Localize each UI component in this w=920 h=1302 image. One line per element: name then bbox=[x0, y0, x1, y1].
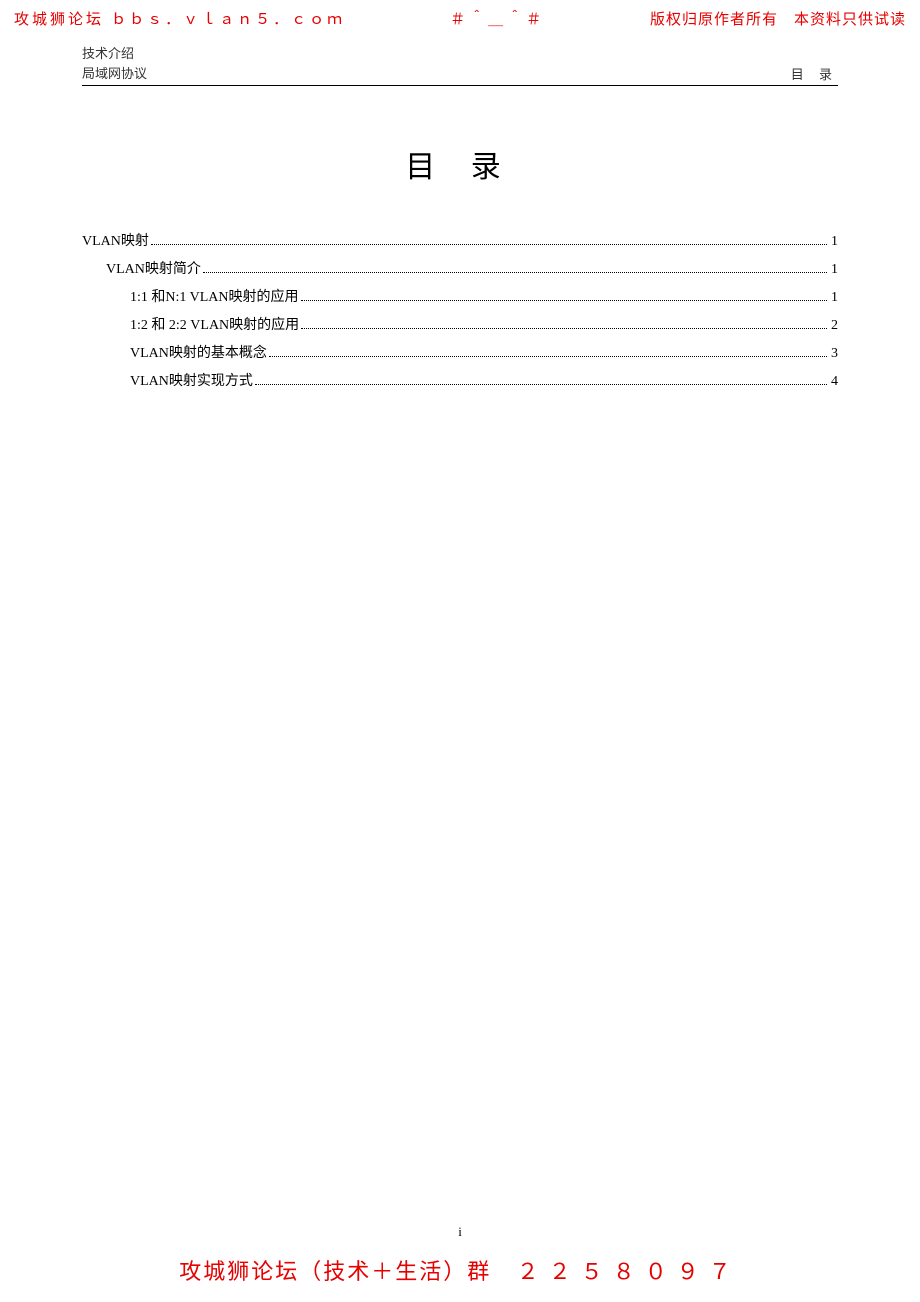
toc-leader bbox=[151, 235, 827, 245]
page-content: 技术介绍 局域网协议 目 录 目 录 VLAN映射 1 VLAN映射简介 1 1… bbox=[82, 44, 838, 398]
header-line2: 局域网协议 bbox=[82, 64, 147, 84]
toc-leader bbox=[301, 291, 827, 301]
toc-page: 4 bbox=[831, 374, 838, 390]
toc-page: 1 bbox=[831, 262, 838, 278]
toc-page: 1 bbox=[831, 290, 838, 306]
toc-entry: 1:2 和 2:2 VLAN映射的应用 2 bbox=[130, 314, 838, 334]
toc-label: VLAN映射 bbox=[82, 230, 149, 250]
toc-page: 2 bbox=[831, 318, 838, 334]
toc-label: 1:2 和 2:2 VLAN映射的应用 bbox=[130, 314, 299, 334]
watermark-top-center: ＃＾＿＾＃ bbox=[450, 8, 545, 29]
header-line1: 技术介绍 bbox=[82, 44, 147, 64]
toc-entry: VLAN映射的基本概念 3 bbox=[130, 342, 838, 362]
page-title: 目 录 bbox=[82, 142, 838, 186]
table-of-contents: VLAN映射 1 VLAN映射简介 1 1:1 和N:1 VLAN映射的应用 1… bbox=[82, 230, 838, 390]
toc-entry: VLAN映射实现方式 4 bbox=[130, 370, 838, 390]
watermark-bottom-text: 攻城狮论坛（技术＋生活）群 bbox=[179, 1259, 491, 1284]
toc-entry: VLAN映射 1 bbox=[82, 230, 838, 250]
header-left: 技术介绍 局域网协议 bbox=[82, 44, 147, 83]
watermark-bottom-number: ２２５８０９７ bbox=[517, 1259, 741, 1284]
toc-label: VLAN映射的基本概念 bbox=[130, 342, 267, 362]
watermark-bottom: 攻城狮论坛（技术＋生活）群 ２２５８０９７ bbox=[0, 1254, 920, 1286]
toc-label: VLAN映射简介 bbox=[106, 258, 201, 278]
toc-entry: VLAN映射简介 1 bbox=[106, 258, 838, 278]
toc-leader bbox=[255, 375, 827, 385]
toc-page: 3 bbox=[831, 346, 838, 362]
watermark-top: 攻城狮论坛 ｂｂｓ．ｖｌａｎ５．ｃｏｍ ＃＾＿＾＃ 版权归原作者所有 本资料只供… bbox=[0, 8, 920, 29]
toc-label: VLAN映射实现方式 bbox=[130, 370, 253, 390]
toc-leader bbox=[301, 319, 827, 329]
toc-page: 1 bbox=[831, 234, 838, 250]
document-header: 技术介绍 局域网协议 目 录 bbox=[82, 44, 838, 86]
page-number: i bbox=[0, 1224, 920, 1240]
toc-leader bbox=[269, 347, 827, 357]
toc-label: 1:1 和N:1 VLAN映射的应用 bbox=[130, 286, 299, 306]
toc-leader bbox=[203, 263, 827, 273]
watermark-top-right: 版权归原作者所有 本资料只供试读 bbox=[650, 8, 906, 29]
toc-entry: 1:1 和N:1 VLAN映射的应用 1 bbox=[130, 286, 838, 306]
watermark-top-left: 攻城狮论坛 ｂｂｓ．ｖｌａｎ５．ｃｏｍ bbox=[14, 8, 345, 29]
header-right: 目 录 bbox=[791, 64, 838, 83]
